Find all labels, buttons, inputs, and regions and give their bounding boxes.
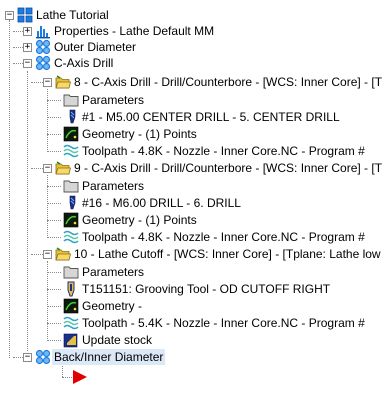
tree-item-outer-diameter[interactable]: Outer Diameter (52, 39, 138, 55)
tree-line (47, 186, 61, 187)
tree-item-geometry[interactable]: Geometry - (80, 298, 144, 314)
tree-line (27, 71, 28, 351)
tree-line (62, 377, 72, 378)
tree-item-geometry[interactable]: Geometry - (1) Points (80, 212, 199, 228)
grooving-tool-icon (67, 281, 75, 297)
toolpath-group-icon (35, 55, 51, 71)
geometry-icon (63, 298, 79, 314)
tree-item-toolpath[interactable]: Toolpath - 4.8K - Nozzle - Inner Core.NC… (80, 143, 367, 159)
tree-item-operation[interactable]: 9 - C-Axis Drill - Drill/Counterbore - [… (72, 160, 384, 176)
update-stock-icon (63, 333, 78, 348)
collapse-back-inner-diameter-button[interactable]: − (23, 353, 32, 362)
geometry-icon (63, 212, 79, 228)
tree-item-parameters[interactable]: Parameters (80, 264, 146, 280)
toolpath-wave-icon (63, 230, 79, 244)
tree-line (47, 306, 61, 307)
tree-item-tool[interactable]: #16 - M6.00 DRILL - 6. DRILL (80, 195, 243, 211)
machine-group-icon (17, 7, 33, 23)
parameters-folder-icon (63, 266, 79, 279)
tree-item-parameters[interactable]: Parameters (80, 178, 146, 194)
expand-properties-button[interactable]: + (23, 27, 32, 36)
tree-item-tool[interactable]: T151151: Grooving Tool - OD CUTOFF RIGHT (80, 281, 332, 297)
tree-line (31, 168, 43, 169)
tree-item-toolpath[interactable]: Toolpath - 4.8K - Nozzle - Inner Core.NC… (80, 229, 367, 245)
toolpath-wave-icon (63, 316, 79, 330)
tree-line (47, 100, 61, 101)
tree-item-properties[interactable]: Properties - Lathe Default MM (52, 23, 216, 39)
tree-line (47, 175, 48, 238)
tree-line (47, 237, 61, 238)
operations-tree: − Lathe Tutorial + Properties - Lathe De… (0, 0, 392, 404)
collapse-c-axis-drill-button[interactable]: − (23, 59, 32, 68)
tree-line (9, 20, 10, 358)
tree-line (47, 151, 61, 152)
tree-item-parameters[interactable]: Parameters (80, 92, 146, 108)
drill-tool-icon (69, 109, 76, 124)
tree-line (31, 82, 43, 83)
tree-line (47, 261, 48, 341)
collapse-operation-button[interactable]: − (43, 164, 52, 173)
tree-line (47, 220, 61, 221)
collapse-operation-button[interactable]: − (43, 250, 52, 259)
tree-item-c-axis-drill[interactable]: C-Axis Drill (52, 55, 115, 71)
tree-item-tool[interactable]: #1 - M5.00 CENTER DRILL - 5. CENTER DRIL… (80, 109, 342, 125)
tree-line (47, 89, 48, 152)
toolpath-group-icon (35, 349, 51, 365)
operation-folder-icon (55, 75, 71, 89)
tree-line (47, 203, 61, 204)
tree-item-operation[interactable]: 10 - Lathe Cutoff - [WCS: Inner Core] - … (72, 246, 383, 262)
expand-outer-diameter-button[interactable]: + (23, 43, 32, 52)
tree-line (62, 364, 63, 377)
tree-line (47, 134, 61, 135)
properties-bar-icon (36, 26, 50, 39)
insert-arrow-icon[interactable] (72, 369, 88, 385)
tree-item-toolpath[interactable]: Toolpath - 5.4K - Nozzle - Inner Core.NC… (80, 315, 367, 331)
tree-item-update-stock[interactable]: Update stock (80, 332, 154, 348)
toolpath-wave-icon (63, 144, 79, 158)
geometry-icon (63, 126, 79, 142)
parameters-folder-icon (63, 180, 79, 193)
tree-item-lathe-tutorial[interactable]: Lathe Tutorial (34, 7, 111, 23)
tree-item-back-inner-diameter[interactable]: Back/Inner Diameter (52, 349, 166, 365)
operation-folder-icon (55, 247, 71, 261)
tree-line (47, 289, 61, 290)
parameters-folder-icon (63, 94, 79, 107)
tree-item-geometry[interactable]: Geometry - (1) Points (80, 126, 199, 142)
drill-tool-icon (69, 195, 76, 210)
tree-line (47, 272, 61, 273)
tree-line (31, 254, 43, 255)
toolpath-group-icon (35, 39, 51, 55)
tree-line (47, 340, 61, 341)
collapse-operation-button[interactable]: − (43, 78, 52, 87)
collapse-root-button[interactable]: − (5, 11, 14, 20)
tree-line (47, 323, 61, 324)
operation-folder-icon (55, 161, 71, 175)
tree-item-operation[interactable]: 8 - C-Axis Drill - Drill/Counterbore - [… (72, 74, 384, 90)
tree-line (47, 117, 61, 118)
